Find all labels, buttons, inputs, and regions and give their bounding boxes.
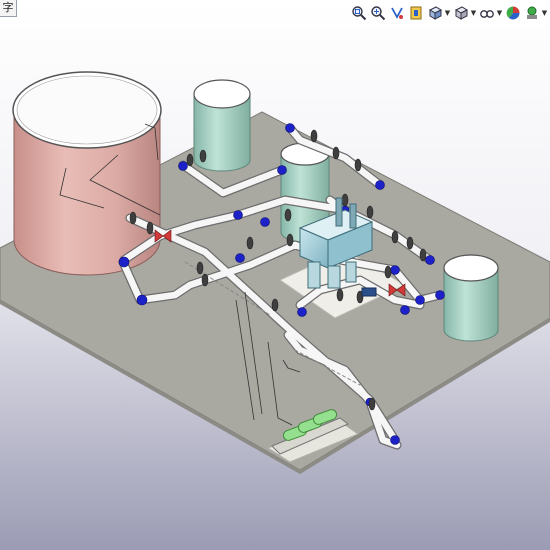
view-orientation-icon[interactable] [425, 3, 444, 23]
window-corner-tab[interactable]: 字 [0, 0, 17, 17]
previous-view-icon[interactable] [387, 3, 406, 23]
apply-scene-icon[interactable] [522, 3, 541, 23]
clean-water-tank[interactable] [443, 254, 499, 342]
display-style-dropdown-icon[interactable]: ▼ [470, 3, 477, 23]
edit-appearance-icon[interactable] [503, 3, 522, 23]
apply-scene-dropdown-icon[interactable]: ▼ [541, 3, 548, 23]
graphics-viewport[interactable]: 字 ▼ ▼ ▼ ▼ [0, 0, 550, 550]
section-view-icon[interactable] [406, 3, 425, 23]
display-style-icon[interactable] [451, 3, 470, 23]
heads-up-view-toolbar: ▼ ▼ ▼ ▼ [349, 2, 548, 24]
view-orientation-dropdown-icon[interactable]: ▼ [444, 3, 451, 23]
hide-show-items-dropdown-icon[interactable]: ▼ [496, 3, 503, 23]
zoom-to-fit-icon[interactable] [349, 3, 368, 23]
large-storage-tank[interactable] [12, 71, 162, 276]
zoom-to-area-icon[interactable] [368, 3, 387, 23]
hide-show-items-icon[interactable] [477, 3, 496, 23]
3d-model-scene[interactable] [0, 0, 550, 550]
